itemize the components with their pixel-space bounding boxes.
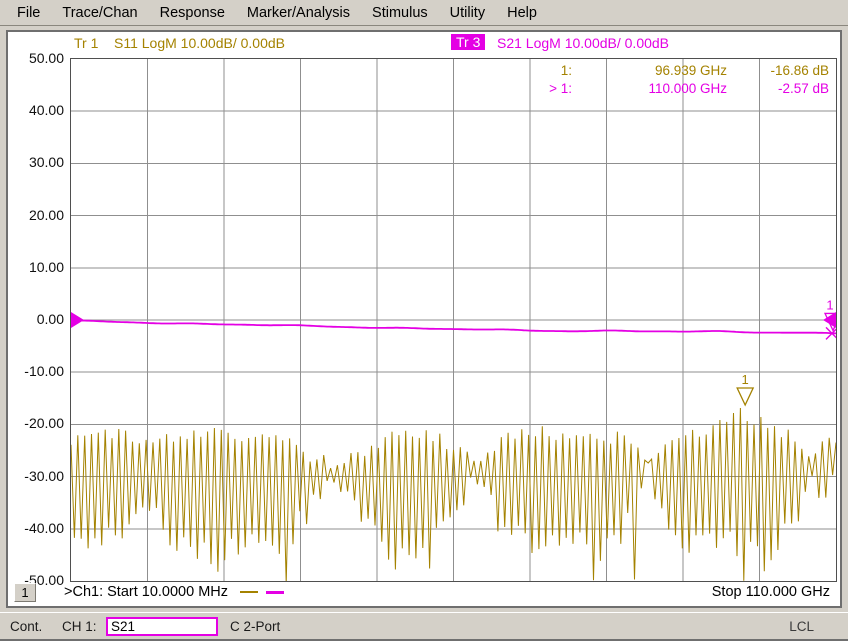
svg-text:1: 1 [826, 297, 833, 312]
channel1-button[interactable]: 1 [14, 583, 36, 602]
plot-area: 11 [70, 58, 837, 582]
y-tick-0: 0.00 [8, 311, 64, 328]
y-tick-30: 30.00 [8, 154, 64, 171]
stop-frequency-label: Stop 110.000 GHz [712, 584, 830, 600]
marker1-s11-freq: 96.939 GHz [572, 62, 727, 80]
marker-readout: 1: 96.939 GHz -16.86 dB > 1: 110.000 GHz… [520, 62, 829, 98]
marker1-s11-level: -16.86 dB [727, 62, 829, 80]
trace3-label[interactable]: Tr 3 [451, 34, 485, 50]
trace3-color-dash [266, 591, 284, 594]
marker1-s21-number: > 1: [520, 80, 572, 98]
y-tick-neg10: -10.00 [8, 363, 64, 380]
local-remote-label: LCL [789, 619, 814, 634]
menu-response[interactable]: Response [149, 5, 236, 21]
trace-header: Tr 1 S11 LogM 10.00dB/ 0.00dB Tr 3 S21 L… [8, 35, 840, 54]
marker1-s11-number: 1: [520, 62, 572, 80]
trace1-detail: S11 LogM 10.00dB/ 0.00dB [114, 35, 285, 51]
menu-marker-analysis[interactable]: Marker/Analysis [236, 5, 361, 21]
marker1-s11-row: 1: 96.939 GHz -16.86 dB [520, 62, 829, 80]
plot-svg: 11 [71, 59, 836, 581]
marker1-s21-row: > 1: 110.000 GHz -2.57 dB [520, 80, 829, 98]
menu-stimulus[interactable]: Stimulus [361, 5, 439, 21]
y-tick-10: 10.00 [8, 259, 64, 276]
y-tick-40: 40.00 [8, 102, 64, 119]
instrument-display: Tr 1 S11 LogM 10.00dB/ 0.00dB Tr 3 S21 L… [6, 30, 842, 608]
channel-label: CH 1: [62, 619, 97, 634]
trace1-label[interactable]: Tr 1 [74, 35, 98, 51]
y-tick-neg40: -40.00 [8, 520, 64, 537]
sweep-mode-label: Cont. [10, 619, 42, 634]
trace1-color-dash [240, 591, 258, 593]
menu-utility[interactable]: Utility [439, 5, 496, 21]
cal-status-label: C 2-Port [230, 619, 280, 634]
svg-text:1: 1 [742, 372, 749, 387]
stimulus-scale-row: 1 >Ch1: Start 10.0000 MHz Stop 110.000 G… [8, 582, 840, 606]
start-frequency-label: >Ch1: Start 10.0000 MHz [64, 584, 284, 600]
menu-file[interactable]: File [6, 5, 51, 21]
y-tick-20: 20.00 [8, 207, 64, 224]
trace3-detail: S21 LogM 10.00dB/ 0.00dB [497, 35, 669, 51]
marker1-s21-level: -2.57 dB [727, 80, 829, 98]
status-bar: Cont. CH 1: S21 C 2-Port LCL [0, 612, 848, 641]
menu-bar: File Trace/Chan Response Marker/Analysis… [0, 0, 848, 26]
y-tick-50: 50.00 [8, 50, 64, 67]
y-tick-neg30: -30.00 [8, 468, 64, 485]
menu-trace-chan[interactable]: Trace/Chan [51, 5, 148, 21]
measurement-box[interactable]: S21 [106, 617, 218, 636]
menu-help[interactable]: Help [496, 5, 548, 21]
marker1-s21-freq: 110.000 GHz [572, 80, 727, 98]
y-tick-neg20: -20.00 [8, 415, 64, 432]
